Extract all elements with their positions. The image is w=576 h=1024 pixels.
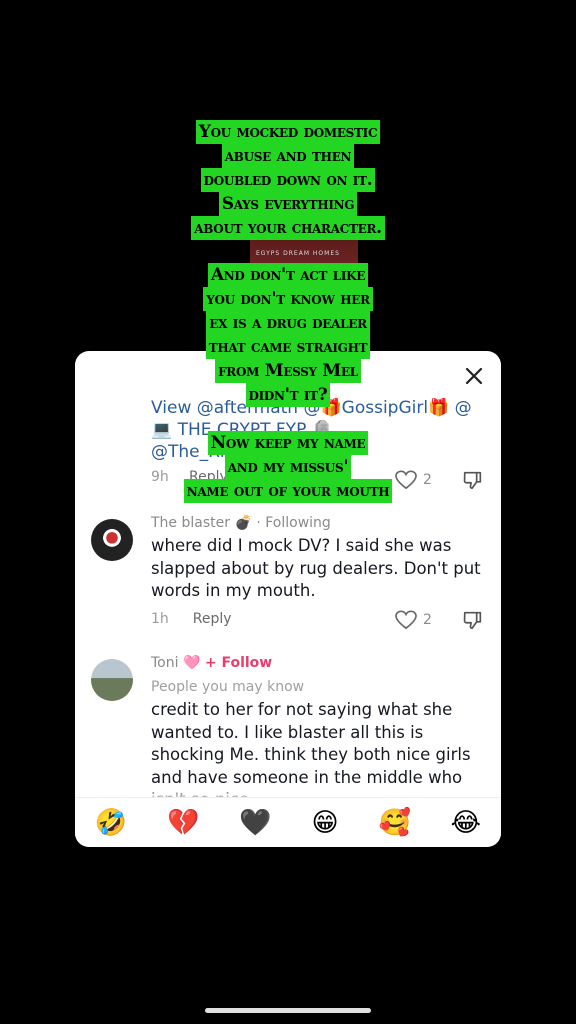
- heart-outline-icon: [395, 610, 417, 630]
- overlay-line: abuse and then: [221, 144, 355, 168]
- dislike-icon[interactable]: [462, 469, 484, 491]
- like-button[interactable]: 2: [395, 470, 432, 490]
- comment-username[interactable]: The blaster 💣 · Following: [151, 515, 331, 531]
- follow-button[interactable]: + Follow: [205, 655, 272, 671]
- close-icon[interactable]: [463, 365, 485, 387]
- avatar[interactable]: [91, 659, 133, 701]
- like-count: 2: [423, 472, 432, 488]
- black-heart-emoji-icon[interactable]: 🖤: [239, 808, 271, 838]
- dislike-icon[interactable]: [462, 609, 484, 631]
- overlay-text-block-1: You mocked domestic abuse and then doubl…: [0, 120, 576, 240]
- overlay-line: Says everything: [218, 192, 358, 216]
- pink-heart-icon: 🩷: [182, 655, 201, 671]
- reply-button[interactable]: Reply: [193, 611, 232, 627]
- username-text: Toni: [151, 655, 179, 671]
- tears-of-joy-emoji-icon[interactable]: 😂: [451, 808, 481, 838]
- comment-actions: 2: [395, 609, 484, 631]
- grin-emoji-icon[interactable]: 😁: [312, 808, 339, 838]
- avatar[interactable]: [91, 519, 133, 561]
- partial-comment-reply[interactable]: Reply: [189, 469, 228, 485]
- emoji-bar: 🤣 💔 🖤 😁 🥰 😂: [75, 797, 501, 847]
- overlay-line: You mocked domestic: [195, 120, 381, 144]
- comments-sheet: View @aftermath @🎁GossipGirl🎁 @💻 THE CRY…: [75, 351, 501, 847]
- following-label: · Following: [256, 515, 331, 531]
- partial-comment-text: View @aftermath @🎁GossipGirl🎁 @💻 THE CRY…: [151, 398, 472, 462]
- username-text: The blaster: [151, 515, 230, 531]
- comment-text: where did I mock DV? I said she was slap…: [151, 536, 481, 600]
- video-thumbnail-caption: EGYPS DREAM HOMES: [256, 250, 340, 257]
- like-button[interactable]: 2: [395, 610, 432, 630]
- comment-subtitle: People you may know: [151, 679, 305, 695]
- home-indicator[interactable]: [205, 1008, 371, 1013]
- comment-time: 1h: [151, 611, 169, 627]
- smiling-hearts-emoji-icon[interactable]: 🥰: [378, 808, 410, 838]
- bomb-icon: 💣: [234, 515, 252, 531]
- like-count: 2: [423, 612, 432, 628]
- comment-username[interactable]: Toni 🩷 + Follow: [151, 655, 272, 671]
- broken-heart-emoji-icon[interactable]: 💔: [167, 808, 199, 838]
- heart-outline-icon: [395, 470, 417, 490]
- overlay-line: doubled down on it.: [200, 168, 376, 192]
- partial-comment-actions: 2: [395, 469, 484, 491]
- comment-meta: 1h Reply: [151, 611, 232, 627]
- rofl-emoji-icon[interactable]: 🤣: [95, 808, 127, 838]
- partial-comment-time: 9h: [151, 469, 169, 485]
